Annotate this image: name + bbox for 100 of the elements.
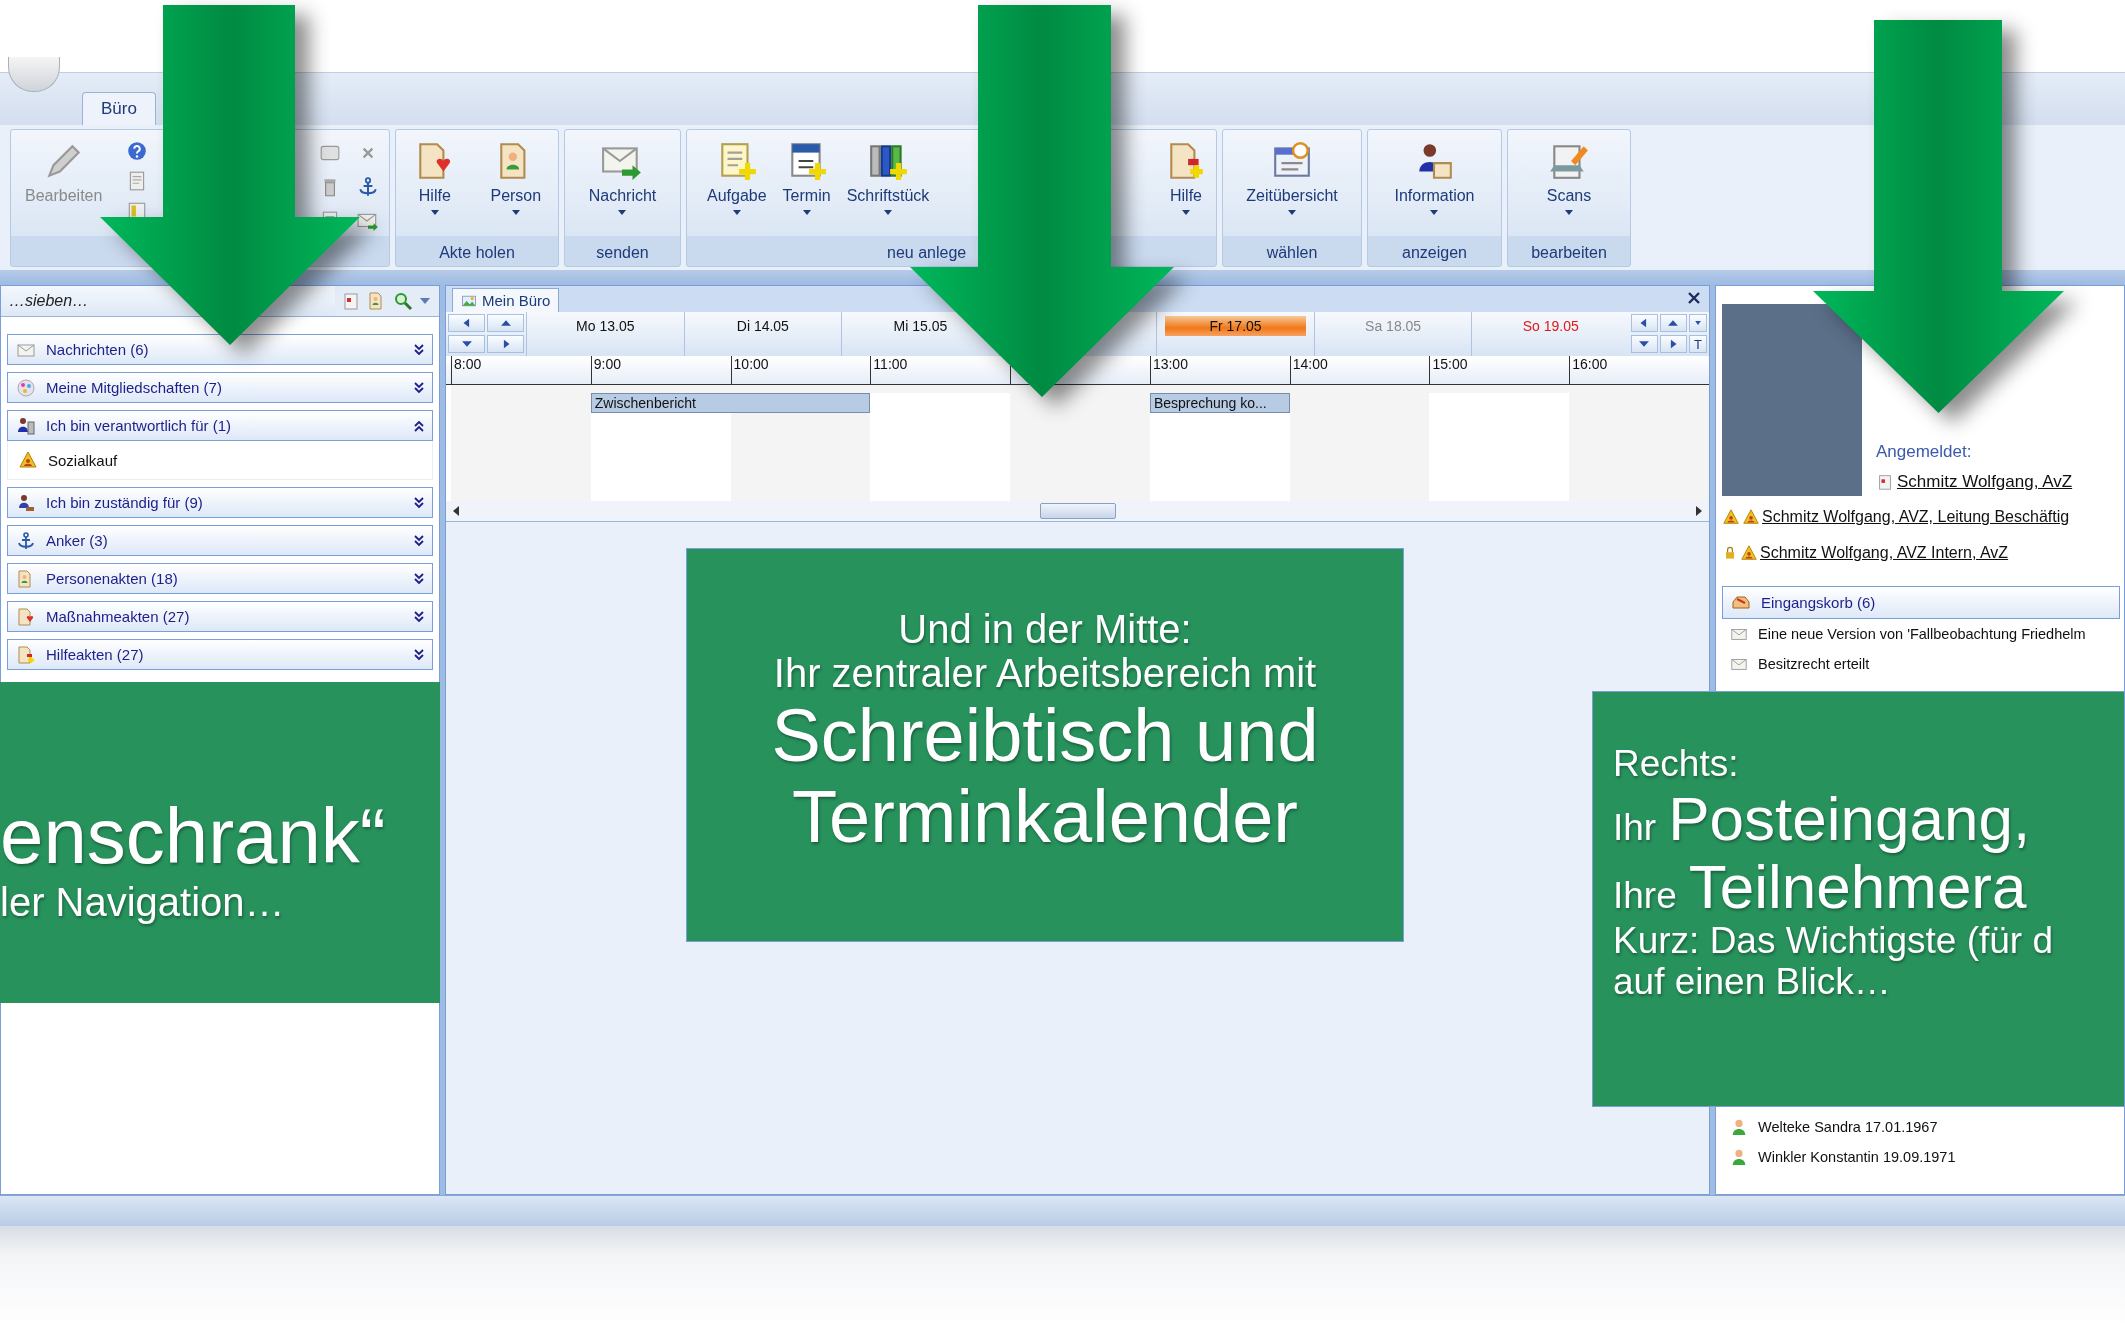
group-label: Akte holen	[439, 243, 515, 262]
callout-text: Ihr	[1613, 807, 1657, 849]
hour-label: 13:00	[1152, 356, 1188, 372]
close-icon[interactable]	[1687, 291, 1701, 305]
up-button[interactable]	[487, 314, 524, 332]
role-link[interactable]: Schmitz Wolfgang, AVZ Intern, AvZ	[1760, 544, 2009, 562]
navigator-group[interactable]: Meine Mitgliedschaften (7)	[7, 372, 433, 403]
previous-button[interactable]	[1631, 314, 1658, 332]
id-card-icon	[1876, 473, 1894, 491]
appointment[interactable]: Zwischenbericht	[590, 393, 871, 413]
participant-icon	[1730, 1148, 1748, 1166]
desk-tab[interactable]: Mein Büro	[452, 288, 560, 312]
navigator-group[interactable]: Hilfeakten (27)	[7, 639, 433, 670]
disc-icon	[16, 377, 36, 398]
group-label: senden	[596, 243, 649, 262]
group-title: Personenakten (18)	[46, 570, 179, 587]
ribbon-button[interactable]: Person	[482, 138, 550, 221]
navigator-group[interactable]: Anker (3)	[7, 525, 433, 556]
group-title: Meine Mitgliedschaften (7)	[46, 379, 223, 396]
ribbon-button[interactable]: Information	[1386, 138, 1483, 221]
collapse-icon[interactable]	[414, 419, 424, 432]
appointment[interactable]: Besprechung ko...	[1149, 393, 1290, 413]
navigator-item[interactable]: Sozialkauf	[7, 441, 433, 480]
scroll-left-icon[interactable]	[452, 506, 460, 516]
previous-button[interactable]	[448, 314, 485, 332]
ribbon-button[interactable]: Termin	[774, 138, 839, 221]
day-header[interactable]: Di 14.05	[728, 316, 797, 336]
help-icon	[126, 140, 149, 162]
callout-text: enschrank“	[0, 794, 386, 880]
ribbon-button[interactable]: Scans	[1538, 138, 1600, 221]
inbox-header[interactable]: Eingangskorb (6)	[1722, 586, 2120, 619]
callout-text: Posteingang,	[1668, 784, 2031, 853]
group-label: wählen	[1266, 243, 1318, 262]
down-button[interactable]	[1631, 335, 1658, 353]
message-item[interactable]: Eine neue Version von 'Fallbeobachtung Friedhelm	[1716, 619, 2124, 649]
next-button[interactable]	[1660, 335, 1687, 353]
group-label: anzeigen	[1402, 243, 1467, 262]
group-label: bearbeiten	[1531, 243, 1607, 262]
ribbon-button[interactable]: Schriftstück	[838, 138, 938, 221]
next-button[interactable]	[487, 335, 524, 353]
up-button[interactable]	[1660, 314, 1687, 332]
expand-icon[interactable]	[414, 572, 424, 585]
ribbon-button[interactable]: Aufgabe	[699, 138, 775, 221]
callout-text: auf einen Blick…	[1613, 961, 1891, 1003]
expand-icon[interactable]	[414, 610, 424, 623]
ribbon-button[interactable]: Hilfe	[1156, 138, 1216, 221]
hour-label: 10:00	[733, 356, 769, 372]
search-icon	[393, 291, 413, 311]
callout-text: Kurz: Das Wichtigste (für d	[1613, 921, 2053, 962]
folder-plus-icon	[16, 644, 36, 665]
group-label: neu anlege	[887, 243, 967, 262]
group-title: Ich bin verantwortlich für (1)	[46, 417, 233, 434]
callout-text: Rechts:	[1613, 744, 1739, 785]
ribbon-button[interactable]: Zeitübersicht	[1238, 138, 1346, 221]
expand-icon[interactable]	[414, 381, 424, 394]
navigator-group[interactable]: Ich bin verantwortlich für (1)	[7, 410, 433, 441]
dropdown-button[interactable]	[1689, 314, 1707, 332]
callout-text: Ihre	[1613, 875, 1677, 917]
day-header[interactable]: Mo 13.05	[568, 316, 643, 336]
scrollbar-thumb[interactable]	[1039, 503, 1116, 519]
callout-text: Ihr zentraler Arbeitsbereich mit	[773, 651, 1317, 695]
hour-label: 8:00	[454, 356, 482, 372]
ribbon-button[interactable]: Hilfe	[404, 138, 465, 221]
warning-people-icon	[1740, 544, 1758, 562]
group-title: Ich bin zuständig für (9)	[46, 494, 204, 511]
ribbon-tab[interactable]: Büro	[82, 92, 156, 125]
expand-icon[interactable]	[414, 534, 424, 547]
day-header[interactable]: Mi 15.05	[885, 316, 956, 336]
ribbon-button[interactable]: Nachricht	[580, 138, 665, 221]
role-link[interactable]: Schmitz Wolfgang, AVZ, Leitung Beschäftig	[1762, 508, 2070, 526]
navigator-group[interactable]: Maßnahmeakten (27)	[7, 601, 433, 632]
group-title: Nachrichten (6)	[46, 341, 150, 358]
anchor-icon	[16, 530, 36, 551]
group-title: Hilfeakten (27)	[46, 646, 145, 663]
expand-icon[interactable]	[414, 496, 424, 509]
day-header[interactable]: Fr 17.05	[1165, 316, 1306, 336]
navigator-group[interactable]: Nachrichten (6)	[7, 334, 433, 365]
down-button[interactable]	[448, 335, 485, 353]
participant-item[interactable]: Winkler Konstantin 19.09.1971	[1716, 1142, 2124, 1172]
dropdown-icon[interactable]	[419, 297, 431, 305]
today-button[interactable]: T	[1689, 335, 1707, 353]
user-link[interactable]: Schmitz Wolfgang, AvZ	[1897, 472, 2073, 492]
navigator-group[interactable]: Personenakten (18)	[7, 563, 433, 594]
signed-in-label: Angemeldet:	[1876, 442, 1973, 462]
message-item[interactable]: Besitzrecht erteilt	[1716, 649, 2124, 679]
participant-item[interactable]: Welteke Sandra 17.01.1967	[1716, 1112, 2124, 1142]
hour-label: 15:00	[1432, 356, 1468, 372]
scroll-right-icon[interactable]	[1695, 506, 1703, 516]
day-header[interactable]: So 19.05	[1514, 316, 1587, 336]
navigator-group[interactable]: Ich bin zuständig für (9)	[7, 487, 433, 518]
group-title: Maßnahmeakten (27)	[46, 608, 191, 625]
down-arrow-icon	[1813, 20, 2064, 413]
person-icon	[16, 492, 36, 513]
expand-icon[interactable]	[414, 343, 424, 356]
hour-label: 11:00	[873, 356, 908, 372]
warning-people-icon	[1742, 508, 1760, 526]
expand-icon[interactable]	[414, 648, 424, 661]
folder-heart-icon	[16, 606, 36, 627]
horizontal-scrollbar[interactable]	[446, 501, 1709, 521]
id-card-icon	[341, 291, 361, 311]
